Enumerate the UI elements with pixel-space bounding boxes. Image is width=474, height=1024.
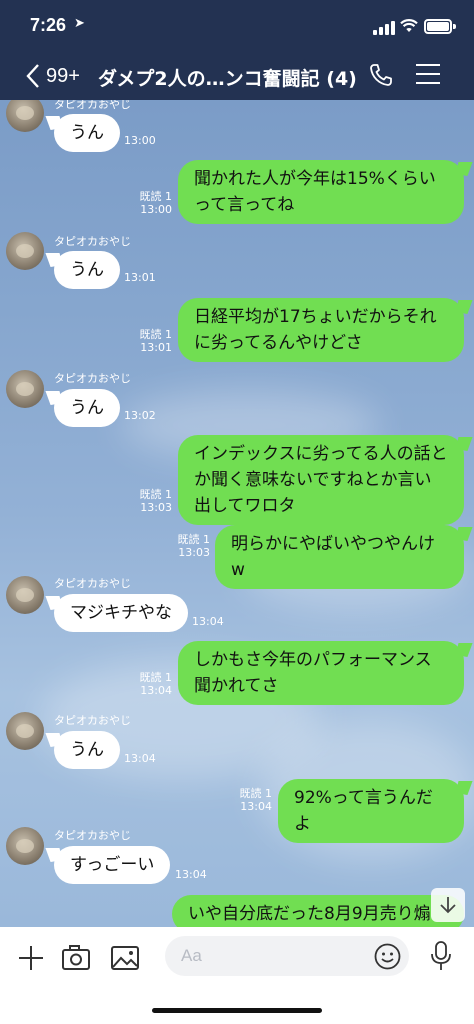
- battery-icon: [424, 19, 452, 34]
- message-time: 13:01: [124, 271, 156, 284]
- sender-avatar[interactable]: [6, 712, 44, 750]
- message-time: 13:04: [175, 868, 207, 881]
- status-time: 7:26: [30, 15, 67, 35]
- sender-avatar[interactable]: [6, 232, 44, 270]
- outgoing-message[interactable]: いや自分底だった8月9月売り煽: [172, 895, 464, 927]
- microphone-icon[interactable]: [430, 940, 452, 972]
- message-read-status: 既読 1: [139, 190, 173, 203]
- sender-name: タピオカおやじ: [54, 829, 131, 842]
- outgoing-message[interactable]: 聞かれた人が今年は15%くらいって言ってね: [178, 160, 464, 224]
- message-time: 13:04: [240, 800, 272, 813]
- incoming-message[interactable]: うん: [54, 389, 120, 427]
- phone-icon[interactable]: [368, 62, 394, 88]
- back-button[interactable]: 99+: [26, 60, 80, 92]
- plus-icon[interactable]: [16, 943, 46, 973]
- message-time: 13:04: [124, 752, 156, 765]
- camera-icon[interactable]: [61, 943, 91, 973]
- image-icon[interactable]: [110, 943, 140, 973]
- chat-title: ダメプ2人の…ンコ奮闘記 (4): [98, 68, 357, 90]
- hamburger-menu-icon[interactable]: [416, 64, 440, 86]
- chat-header: 7:26 ➤ 99+ ダメプ2人の…ンコ奮闘記 (4): [0, 0, 474, 100]
- sender-name: タピオカおやじ: [54, 235, 131, 248]
- chevron-left-icon: [26, 64, 39, 88]
- message-time: 13:04: [140, 684, 172, 697]
- message-read-status: 既読 1: [139, 328, 173, 341]
- outgoing-message[interactable]: 明らかにやばいやつやんけw: [215, 525, 464, 589]
- scroll-to-bottom-button[interactable]: [431, 888, 465, 922]
- sender-avatar[interactable]: [6, 827, 44, 865]
- message-read-status: 既読 1: [239, 787, 273, 800]
- home-indicator: [152, 1008, 322, 1013]
- sender-avatar[interactable]: [6, 370, 44, 408]
- incoming-message[interactable]: うん: [54, 251, 120, 289]
- smiley-icon[interactable]: [374, 943, 401, 970]
- message-time: 13:03: [178, 546, 210, 559]
- incoming-message[interactable]: マジキチやな: [54, 594, 188, 632]
- message-time: 13:02: [124, 409, 156, 422]
- outgoing-message[interactable]: インデックスに劣ってる人の話とか聞く意味ないですねとか言い出してワロタ: [178, 435, 464, 525]
- message-time: 13:00: [124, 134, 156, 147]
- wifi-icon: [400, 19, 418, 32]
- message-input[interactable]: [165, 936, 409, 976]
- message-time: 13:00: [140, 203, 172, 216]
- cellular-signal-icon: [373, 21, 395, 35]
- incoming-message[interactable]: うん: [54, 731, 120, 769]
- message-read-status: 既読 1: [139, 488, 173, 501]
- sender-name: タピオカおやじ: [54, 577, 131, 590]
- location-arrow-icon: ➤: [74, 16, 85, 31]
- unread-count: 99+: [46, 64, 80, 87]
- sender-avatar[interactable]: [6, 100, 44, 132]
- sender-name: タピオカおやじ: [54, 714, 131, 727]
- incoming-message[interactable]: すっごーい: [54, 846, 171, 884]
- sender-name: タピオカおやじ: [54, 100, 131, 111]
- message-read-status: 既読 1: [139, 671, 173, 684]
- incoming-message[interactable]: うん: [54, 114, 120, 152]
- message-time: 13:04: [192, 615, 224, 628]
- message-time: 13:01: [140, 341, 172, 354]
- chat-messages-area[interactable]: タピオカおやじ うん 13:00 聞かれた人が今年は15%くらいって言ってね 既…: [0, 100, 474, 927]
- sender-name: タピオカおやじ: [54, 372, 131, 385]
- message-time: 13:03: [140, 501, 172, 514]
- message-read-status: 既読 1: [177, 533, 211, 546]
- sender-avatar[interactable]: [6, 576, 44, 614]
- outgoing-message[interactable]: 日経平均が17ちょいだからそれに劣ってるんやけどさ: [178, 298, 464, 362]
- outgoing-message[interactable]: しかもさ今年のパフォーマンス聞かれてさ: [178, 641, 464, 705]
- outgoing-message[interactable]: 92%って言うんだよ: [278, 779, 464, 843]
- arrow-down-icon: [440, 897, 456, 914]
